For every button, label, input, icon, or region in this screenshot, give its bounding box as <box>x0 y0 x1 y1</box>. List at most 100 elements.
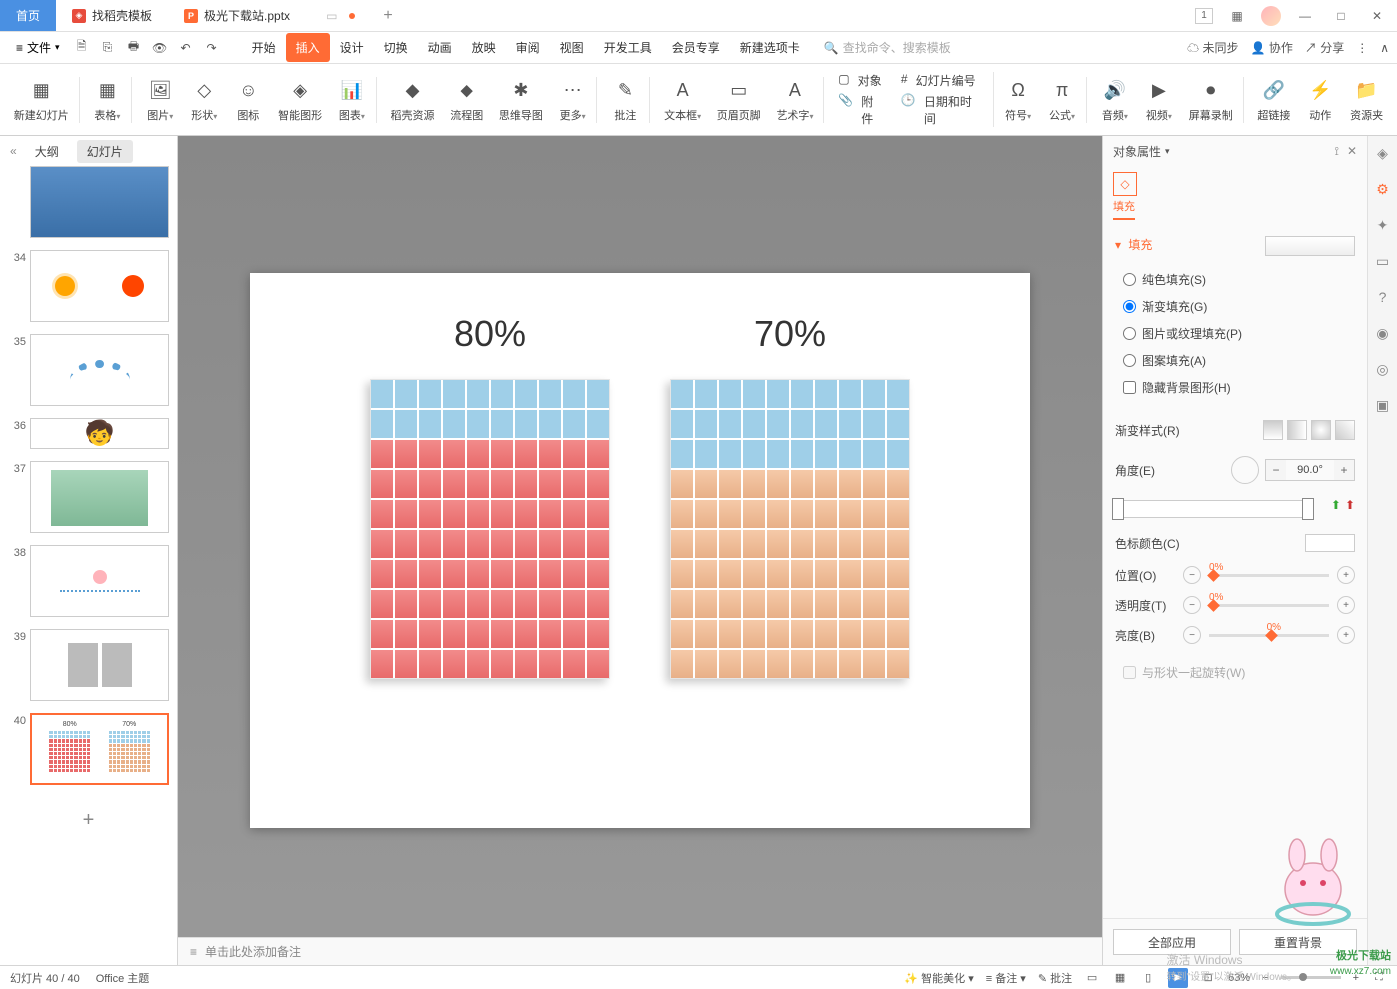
tool-headerfooter[interactable]: ▭页眉页脚 <box>711 77 767 123</box>
slide-item-38[interactable]: 38 <box>8 545 169 617</box>
angle-dial[interactable] <box>1231 456 1259 484</box>
gradient-stop-2[interactable] <box>1302 498 1314 520</box>
tool-flow[interactable]: ⬥流程图 <box>444 77 489 123</box>
tool-wordart[interactable]: A艺术字▾ <box>771 77 825 123</box>
fill-tab-label[interactable]: 填充 <box>1113 198 1135 220</box>
undo-icon[interactable]: ↶ <box>174 36 198 60</box>
tool-video[interactable]: ▶视频▾ <box>1139 77 1179 123</box>
transparency-decrease[interactable]: − <box>1183 596 1201 614</box>
position-slider[interactable]: 0% <box>1209 574 1329 577</box>
brightness-slider[interactable]: 0% <box>1209 634 1329 637</box>
tool-record[interactable]: ⏺屏幕录制 <box>1183 77 1244 123</box>
tool-mindmap[interactable]: ✱思维导图 <box>493 77 549 123</box>
tab-review[interactable]: 审阅 <box>506 33 550 62</box>
tab-add-button[interactable]: + <box>371 0 404 31</box>
slides-tab[interactable]: 幻灯片 <box>77 140 133 163</box>
beautify-button[interactable]: ✨ 智能美化 ▾ <box>904 970 973 986</box>
tool-chart[interactable]: 📊图表▾ <box>332 77 377 123</box>
tab-insert[interactable]: 插入 <box>286 33 330 62</box>
rail-icon-4[interactable]: ▭ <box>1374 252 1392 270</box>
preview-icon[interactable]: 👁 <box>148 36 172 60</box>
grad-style-2[interactable] <box>1287 420 1307 440</box>
tab-devtools[interactable]: 开发工具 <box>594 33 662 62</box>
tab-design[interactable]: 设计 <box>330 33 374 62</box>
tool-textbox[interactable]: A文本框▾ <box>658 77 707 123</box>
radio-gradient-fill[interactable]: 渐变填充(G) <box>1123 298 1355 315</box>
tab-member[interactable]: 会员专享 <box>662 33 730 62</box>
notes-bar[interactable]: ≡ 单击此处添加备注 <box>178 937 1102 965</box>
tab-newtab[interactable]: 新建选项卡 <box>730 33 810 62</box>
tool-resource[interactable]: 📁资源夹 <box>1344 77 1389 123</box>
transparency-slider[interactable]: 0% <box>1209 604 1329 607</box>
tool-object[interactable]: ▢对象 <box>838 72 885 89</box>
percentage-chart[interactable]: 80% <box>370 313 610 679</box>
tab-start[interactable]: 开始 <box>242 33 286 62</box>
canvas-area[interactable]: 80%70% <box>178 136 1102 965</box>
maximize-button[interactable]: □ <box>1329 4 1353 28</box>
grad-style-3[interactable] <box>1311 420 1331 440</box>
share-button[interactable]: ↗ 分享 <box>1305 39 1344 56</box>
gradient-bar[interactable] <box>1115 500 1311 518</box>
collapse-ribbon-icon[interactable]: ∧ <box>1380 41 1389 55</box>
close-button[interactable]: ✕ <box>1365 4 1389 28</box>
slide-canvas[interactable]: 80%70% <box>250 273 1030 828</box>
redo-icon[interactable]: ↷ <box>200 36 224 60</box>
tab-transition[interactable]: 切换 <box>374 33 418 62</box>
brightness-increase[interactable]: + <box>1337 626 1355 644</box>
position-increase[interactable]: + <box>1337 566 1355 584</box>
position-decrease[interactable]: − <box>1183 566 1201 584</box>
fill-preview-swatch[interactable] <box>1265 236 1355 256</box>
avatar[interactable] <box>1261 6 1281 26</box>
notes-toggle[interactable]: ≡ 备注 ▾ <box>986 970 1026 986</box>
slide-item-33[interactable] <box>8 166 169 238</box>
brightness-decrease[interactable]: − <box>1183 626 1201 644</box>
transparency-increase[interactable]: + <box>1337 596 1355 614</box>
angle-increase[interactable]: + <box>1334 460 1354 480</box>
comments-toggle[interactable]: ✎ 批注 <box>1038 970 1072 986</box>
tab-template[interactable]: ◈ 找稻壳模板 <box>56 0 168 31</box>
tool-more[interactable]: ⋯更多▾ <box>553 77 598 123</box>
slide-item-39[interactable]: 39 <box>8 629 169 701</box>
tool-slidenum[interactable]: #幻灯片编号 <box>901 72 983 89</box>
tool-datetime[interactable]: 🕒日期和时间 <box>901 93 983 127</box>
add-slide-button[interactable]: + <box>8 797 169 844</box>
grad-style-1[interactable] <box>1263 420 1283 440</box>
tab-menu-icon[interactable]: ▭ <box>326 9 337 23</box>
rail-icon-8[interactable]: ▣ <box>1374 396 1392 414</box>
angle-decrease[interactable]: − <box>1266 460 1286 480</box>
slide-item-37[interactable]: 37 <box>8 461 169 533</box>
chevron-down-icon[interactable]: ▾ <box>1165 146 1170 157</box>
tool-new-slide[interactable]: ▦新建幻灯片 <box>8 77 80 123</box>
tab-animation[interactable]: 动画 <box>418 33 462 62</box>
tool-table[interactable]: ▦表格▾ <box>88 77 133 123</box>
pin-icon[interactable]: ⟟ <box>1334 144 1338 159</box>
tool-formula[interactable]: π公式▾ <box>1042 77 1087 123</box>
percentage-grid[interactable] <box>670 379 910 679</box>
view-reading-icon[interactable]: ▯ <box>1140 970 1156 986</box>
radio-pattern-fill[interactable]: 图案填充(A) <box>1123 352 1355 369</box>
slide-item-36[interactable]: 36🧒 <box>8 418 169 449</box>
tab-home[interactable]: 首页 <box>0 0 56 31</box>
saveas-icon[interactable]: ⎘ <box>96 36 120 60</box>
radio-picture-fill[interactable]: 图片或纹理填充(P) <box>1123 325 1355 342</box>
rail-icon-6[interactable]: ◉ <box>1374 324 1392 342</box>
rail-icon-7[interactable]: ◎ <box>1374 360 1392 378</box>
badge-one[interactable]: 1 <box>1195 8 1213 24</box>
slide-list[interactable]: 34 35 36🧒 37 38 39 40 80%70% + <box>0 166 177 965</box>
minimize-button[interactable]: — <box>1293 4 1317 28</box>
tool-attach[interactable]: 📎附件 <box>838 93 885 127</box>
slide-item-40[interactable]: 40 80%70% <box>8 713 169 785</box>
close-panel-icon[interactable]: ✕ <box>1347 144 1357 159</box>
apps-icon[interactable]: ▦ <box>1225 4 1249 28</box>
radio-solid-fill[interactable]: 纯色填充(S) <box>1123 271 1355 288</box>
file-menu[interactable]: ≡ 文件 ▾ <box>8 37 68 58</box>
save-icon[interactable]: 🗎 <box>70 36 94 60</box>
tab-view[interactable]: 视图 <box>550 33 594 62</box>
slide-item-35[interactable]: 35 <box>8 334 169 406</box>
outline-tab[interactable]: 大纲 <box>25 140 69 163</box>
collab-button[interactable]: 👤 协作 <box>1251 39 1293 56</box>
check-hide-bg[interactable]: 隐藏背景图形(H) <box>1115 379 1355 396</box>
tool-image[interactable]: 🖼图片▾ <box>140 77 180 123</box>
tool-smartart[interactable]: ◈智能图形 <box>272 77 328 123</box>
gradient-stop-1[interactable] <box>1112 498 1124 520</box>
